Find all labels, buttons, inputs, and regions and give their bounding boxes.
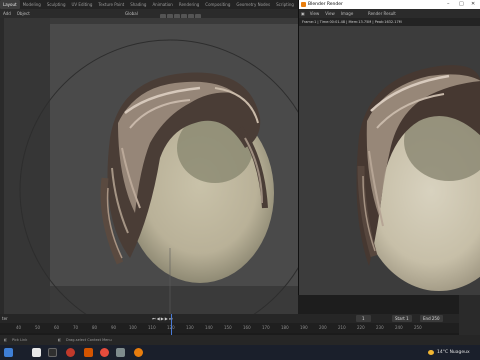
taskbar-app-icon[interactable] (116, 348, 125, 357)
tab-uv-editing[interactable]: UV Editing (69, 0, 96, 9)
close-icon[interactable]: ✕ (471, 0, 475, 9)
workspace-tabs: Layout Modeling Sculpting UV Editing Texture… (0, 0, 298, 9)
ruler-tick: 230 (376, 325, 384, 330)
blender-logo-icon (301, 2, 306, 7)
ruler-tick: 90 (111, 325, 117, 330)
ruler-tick: 40 (16, 325, 22, 330)
ruler-tick: 130 (186, 325, 194, 330)
ruler-tick: 70 (73, 325, 79, 330)
menu-view[interactable]: View (307, 9, 323, 18)
tab-scripting[interactable]: Scripting (273, 0, 297, 9)
orientation-dropdown[interactable]: Global (122, 9, 141, 18)
weather-widget[interactable]: 14°C Nuageux (437, 345, 470, 360)
render-result-canvas[interactable] (299, 26, 480, 295)
viewport-scene (0, 18, 298, 314)
start-value: 1 (406, 316, 409, 321)
weather-temp: 14°C (437, 350, 449, 355)
start-frame-field[interactable]: Start 1 (392, 315, 412, 322)
status-mouse-icon: ◧ (4, 338, 8, 342)
orientation-value: Global (125, 11, 138, 16)
timeline-ruler[interactable]: 40 50 60 70 80 90 100 110 120 130 140 15… (0, 323, 459, 333)
taskbar-app-icon[interactable] (48, 348, 57, 357)
render-titlebar: Blender Render – □ ✕ (299, 0, 480, 9)
tab-layout[interactable]: Layout (0, 0, 20, 9)
tab-shading[interactable]: Shading (127, 0, 149, 9)
ruler-tick: 220 (357, 325, 365, 330)
tab-rendering[interactable]: Rendering (176, 0, 202, 9)
render-info-bar: Frame:1 | Time:00:01.48 | Mem:13.75M | P… (299, 18, 480, 26)
tab-texture-paint[interactable]: Texture Paint (95, 0, 127, 9)
ruler-tick: 100 (129, 325, 137, 330)
render-menubar: ▣ View View Image Render Result (299, 9, 480, 18)
ruler-tick: 250 (414, 325, 422, 330)
ruler-tick: 200 (319, 325, 327, 330)
end-frame-field[interactable]: End 250 (420, 315, 443, 322)
maximize-icon[interactable]: □ (459, 0, 464, 9)
ruler-tick: 80 (92, 325, 98, 330)
weather-icon[interactable] (428, 350, 434, 355)
windows-start-icon[interactable] (4, 348, 13, 357)
weather-location: Nuageux (449, 350, 470, 355)
windows-taskbar: 14°C Nuageux (0, 345, 480, 360)
header-buttons (160, 11, 202, 18)
tab-animation[interactable]: Animation (149, 0, 175, 9)
ruler-tick: 170 (262, 325, 270, 330)
current-frame-field[interactable]: 1 (356, 315, 371, 322)
3d-viewport[interactable] (0, 18, 298, 314)
taskbar-app-icon[interactable] (100, 348, 109, 357)
ruler-tick: 150 (224, 325, 232, 330)
taskbar-blender-icon[interactable] (134, 348, 143, 357)
render-window-title: Blender Render (308, 2, 343, 7)
menu-image[interactable]: Image (338, 9, 357, 18)
tool-strip[interactable] (0, 18, 4, 314)
ruler-tick: 190 (300, 325, 308, 330)
minimize-icon[interactable]: – (447, 0, 450, 9)
tab-compositing[interactable]: Compositing (202, 0, 233, 9)
tab-geometry-nodes[interactable]: Geometry Nodes (233, 0, 273, 9)
taskbar-app-icon[interactable] (32, 348, 41, 357)
taskbar-opera-icon[interactable] (66, 348, 75, 357)
render-slot-value: Render Result (368, 11, 396, 16)
end-value: 250 (431, 316, 440, 321)
render-slot-dropdown[interactable]: Render Result (365, 9, 399, 18)
timeline-label: ter (2, 316, 8, 321)
viewport-header: Add Object Global (0, 9, 298, 18)
ruler-tick: 180 (281, 325, 289, 330)
end-label: End (423, 316, 431, 321)
ruler-tick: 50 (35, 325, 41, 330)
status-bar: ◧ Pick Link ◧ Drag-select Context Menu (0, 335, 480, 345)
status-hint: Drag-select Context Menu (66, 338, 112, 342)
taskbar-app-icon[interactable] (84, 348, 93, 357)
object-menu[interactable]: Object (14, 9, 33, 18)
timeline-header: ter ⏮◀▶▶⏭ 1 Start 1 End 250 (0, 314, 459, 323)
tab-sculpting[interactable]: Sculpting (44, 0, 69, 9)
menu-view-2[interactable]: View (322, 9, 338, 18)
ruler-tick: 160 (243, 325, 251, 330)
ruler-tick: 110 (148, 325, 156, 330)
start-label: Start (395, 316, 405, 321)
ruler-tick: 60 (54, 325, 60, 330)
status-select: Pick Link (12, 338, 28, 342)
status-mouse-icon-2: ◧ (58, 338, 62, 342)
tab-modeling[interactable]: Modeling (20, 0, 44, 9)
ruler-tick: 140 (205, 325, 213, 330)
editor-type-icon[interactable]: ▣ (299, 9, 307, 18)
ruler-tick: 240 (395, 325, 403, 330)
render-scene (356, 65, 480, 291)
render-window: Blender Render – □ ✕ ▣ View View Image Rend… (298, 0, 480, 295)
ruler-tick: 210 (338, 325, 346, 330)
add-menu[interactable]: Add (0, 9, 14, 18)
